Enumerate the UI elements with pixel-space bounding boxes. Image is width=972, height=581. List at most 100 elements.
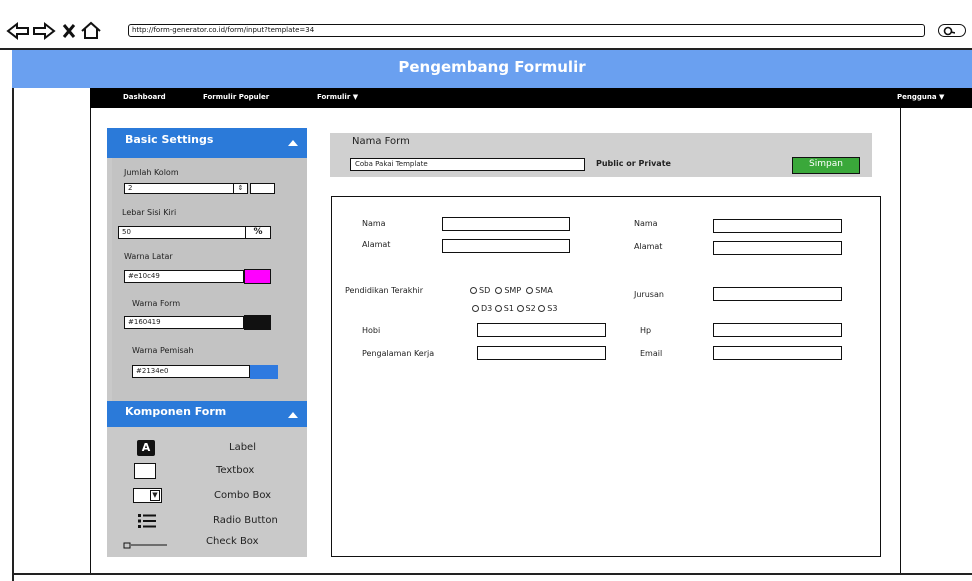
radio-smp-label: SMP: [504, 286, 522, 295]
chevron-down-icon: ▼: [150, 490, 160, 501]
main-navbar: Dashboard Formulir Populer Formulir ▼ Pe…: [90, 88, 972, 108]
komponen-combo-box[interactable]: Combo Box: [214, 490, 271, 501]
field-label-email: Email: [640, 349, 663, 358]
warna-form-swatch[interactable]: [244, 315, 271, 330]
warna-latar-input[interactable]: #e10c49: [124, 270, 244, 283]
visibility-label: Public or Private: [596, 159, 671, 168]
back-icon[interactable]: [6, 21, 29, 41]
input-email[interactable]: [713, 346, 842, 360]
combobox-component-icon: ▼: [133, 488, 162, 503]
radio-s2[interactable]: S2: [516, 304, 536, 313]
textbox-component-icon: [134, 463, 156, 479]
collapse-up-icon: [288, 140, 298, 146]
percent-unit-box: %: [245, 226, 271, 239]
nav-formulir-label: Formulir: [317, 93, 351, 101]
stepper-icon[interactable]: ⇕: [233, 183, 248, 194]
komponen-radio-button[interactable]: Radio Button: [213, 515, 278, 526]
radio-circle-icon: [538, 305, 546, 312]
komponen-textbox[interactable]: Textbox: [216, 465, 254, 476]
radio-sd[interactable]: SD: [470, 286, 490, 295]
field-label-hobi: Hobi: [362, 326, 381, 335]
close-icon[interactable]: [62, 24, 76, 38]
komponen-form-header[interactable]: Komponen Form: [107, 401, 307, 427]
lebar-sisi-kiri-input[interactable]: 50: [118, 226, 247, 239]
radio-circle-icon: [526, 287, 534, 294]
radio-d3[interactable]: D3: [472, 304, 492, 313]
field-label-jurusan: Jurusan: [634, 290, 664, 299]
jumlah-kolom-input[interactable]: 2: [124, 183, 248, 194]
warna-pemisah-input[interactable]: #2134e0: [132, 365, 250, 378]
radio-s1-label: S1: [503, 304, 514, 313]
app-banner: Pengembang Formulir: [12, 50, 972, 88]
window-frame-left: [12, 88, 14, 581]
field-label-alamat: Alamat: [362, 240, 391, 249]
chevron-down-icon: ▼: [939, 93, 945, 101]
komponen-label[interactable]: Label: [229, 442, 256, 453]
browser-toolbar: http://form-generator.co.id/form/input?t…: [0, 0, 972, 50]
radio-d3-label: D3: [481, 304, 493, 313]
collapse-up-icon: [288, 412, 298, 418]
home-icon[interactable]: [81, 21, 101, 39]
lebar-sisi-kiri-label: Lebar Sisi Kiri: [122, 208, 177, 217]
input-hp[interactable]: [713, 323, 842, 337]
input-pengalaman[interactable]: [477, 346, 606, 360]
pendidikan-radio-row-2: D3 S1 S2 S3: [472, 304, 557, 313]
komponen-check-box[interactable]: Check Box: [206, 536, 259, 547]
nav-dashboard[interactable]: Dashboard: [123, 93, 166, 101]
field-label-nama: Nama: [362, 219, 386, 228]
field-label-pendidikan: Pendidikan Terakhir: [345, 286, 423, 295]
form-header-panel: Nama Form Coba Pakai Template Public or …: [330, 133, 872, 177]
radio-s2-label: S2: [525, 304, 536, 313]
warna-form-label: Warna Form: [132, 299, 181, 308]
search-icon: [943, 26, 955, 36]
radio-circle-icon: [494, 305, 502, 312]
basic-settings-header[interactable]: Basic Settings: [107, 128, 307, 158]
input-nama-right[interactable]: [713, 219, 842, 233]
label-component-icon: A: [137, 440, 155, 456]
field-label-hp: Hp: [640, 326, 652, 335]
nama-form-label: Nama Form: [352, 136, 410, 147]
checkbox-component-icon: [123, 542, 167, 549]
url-bar[interactable]: http://form-generator.co.id/form/input?t…: [128, 24, 925, 37]
radio-list-icon: [138, 514, 156, 528]
field-label-alamat-right: Alamat: [634, 242, 663, 251]
nama-form-input[interactable]: Coba Pakai Template: [350, 158, 585, 171]
basic-settings-body: Jumlah Kolom 2 ⇕ Lebar Sisi Kiri 50 % Wa…: [112, 158, 307, 401]
input-jurusan[interactable]: [713, 287, 842, 301]
radio-circle-icon: [472, 305, 479, 312]
forward-icon[interactable]: [33, 21, 56, 41]
banner-title: Pengembang Formulir: [398, 58, 586, 76]
radio-circle-icon: [516, 305, 524, 312]
komponen-form-title: Komponen Form: [125, 405, 227, 418]
radio-circle-icon: [470, 287, 477, 294]
warna-latar-label: Warna Latar: [124, 252, 173, 261]
nav-pengguna-label: Pengguna: [897, 93, 937, 101]
basic-settings-title: Basic Settings: [125, 133, 214, 146]
search-button[interactable]: [938, 24, 966, 37]
radio-s3[interactable]: S3: [538, 304, 557, 313]
warna-pemisah-label: Warna Pemisah: [132, 346, 194, 355]
warna-pemisah-swatch[interactable]: [250, 365, 278, 379]
jumlah-kolom-extra-box[interactable]: [250, 183, 275, 194]
nav-formulir-populer[interactable]: Formulir Populer: [203, 93, 269, 101]
radio-s1[interactable]: S1: [494, 304, 514, 313]
warna-latar-swatch[interactable]: [244, 269, 271, 284]
input-hobi[interactable]: [477, 323, 606, 337]
field-label-pengalaman: Pengalaman Kerja: [362, 349, 435, 358]
input-alamat[interactable]: [442, 239, 570, 253]
radio-sd-label: SD: [479, 286, 491, 295]
warna-form-input[interactable]: #160419: [124, 316, 244, 329]
url-text: http://form-generator.co.id/form/input?t…: [132, 26, 315, 34]
field-label-nama-right: Nama: [634, 219, 658, 228]
nav-pengguna[interactable]: Pengguna ▼: [897, 93, 944, 101]
nav-formulir[interactable]: Formulir ▼: [317, 93, 358, 101]
jumlah-kolom-label: Jumlah Kolom: [124, 168, 179, 177]
browser-nav-icons: [6, 21, 101, 41]
input-nama[interactable]: [442, 217, 570, 231]
radio-s3-label: S3: [547, 304, 558, 313]
save-button[interactable]: Simpan: [792, 157, 860, 174]
radio-smp[interactable]: SMP: [495, 286, 521, 295]
input-alamat-right[interactable]: [713, 241, 842, 255]
radio-sma[interactable]: SMA: [526, 286, 553, 295]
radio-sma-label: SMA: [535, 286, 553, 295]
